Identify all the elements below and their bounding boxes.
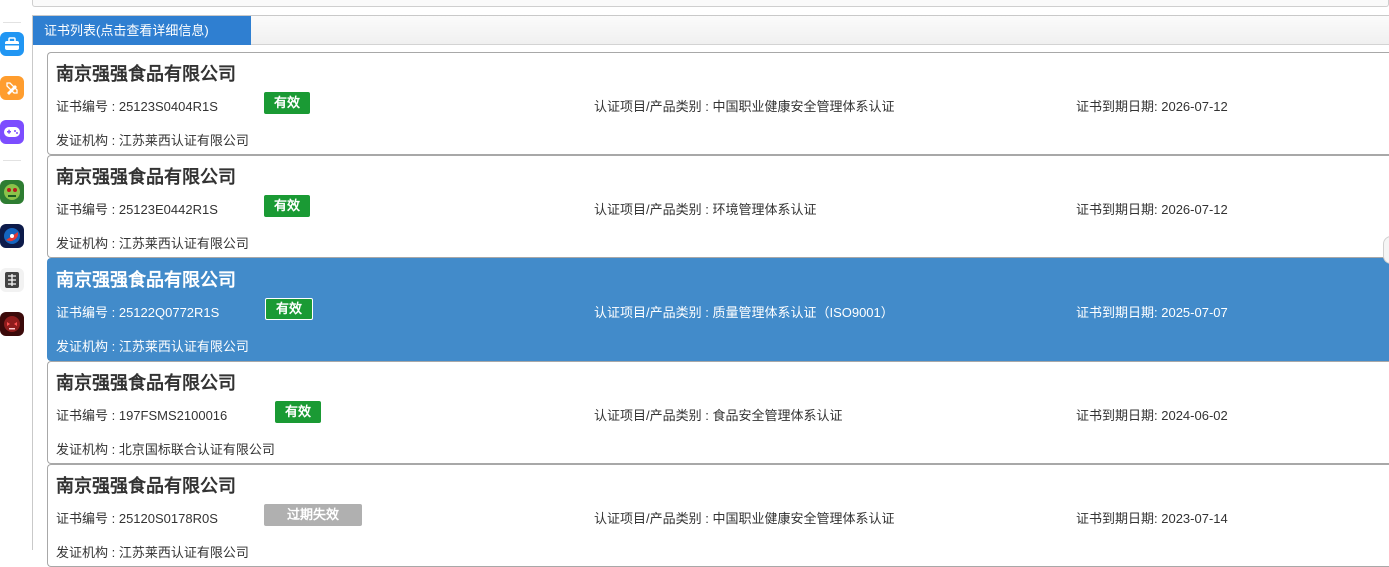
status-badge: 有效 [265, 298, 314, 320]
gamepad-icon[interactable] [0, 120, 24, 144]
red-monster-game-icon[interactable] [0, 312, 24, 336]
issuer-label: 发证机构 : [56, 545, 119, 560]
app-dock [0, 0, 24, 550]
status-badge: 有效 [275, 401, 322, 423]
issuer-value: 江苏莱西认证有限公司 [118, 339, 249, 354]
panel-header: 证书列表(点击查看详细信息) [33, 16, 1389, 45]
scope-value: 质量管理体系认证（ISO9001） [712, 305, 894, 320]
cert-expiry: 证书到期日期: 2025-07-07 [1076, 302, 1228, 321]
scope-label: 认证项目/产品类别 : [594, 202, 713, 217]
issuer-value: 江苏莱西认证有限公司 [118, 133, 249, 148]
cert-number-value: 25120S0178R0S [118, 511, 218, 526]
scope-label: 认证项目/产品类别 : [594, 305, 713, 320]
expiry-label: 证书到期日期: [1076, 305, 1162, 320]
cert-number: 证书编号 : 25123E0442R1S [56, 199, 218, 218]
expiry-label: 证书到期日期: [1076, 99, 1162, 114]
scope-value: 食品安全管理体系认证 [712, 408, 843, 423]
certificate-card[interactable]: 南京强强食品有限公司 证书编号 : 25120S0178R0S 过期失效 认证项… [47, 464, 1389, 567]
cert-expiry: 证书到期日期: 2026-07-12 [1076, 96, 1228, 115]
toolbox-icon[interactable] [0, 32, 24, 56]
scope-value: 中国职业健康安全管理体系认证 [712, 511, 895, 526]
scope-value: 环境管理体系认证 [712, 202, 817, 217]
cert-number-value: 25123S0404R1S [118, 99, 218, 114]
certificate-list-panel: 证书列表(点击查看详细信息) 南京强强食品有限公司 证书编号 : 25123S0… [32, 15, 1389, 567]
company-name: 南京强强食品有限公司 [56, 64, 236, 84]
expiry-value: 2026-07-12 [1161, 202, 1228, 217]
zombie-game-icon[interactable] [0, 180, 24, 204]
expiry-label: 证书到期日期: [1076, 202, 1162, 217]
cert-issuer: 发证机构 : 江苏莱西认证有限公司 [56, 542, 249, 561]
status-badge: 过期失效 [264, 504, 362, 526]
company-name: 南京强强食品有限公司 [56, 476, 236, 496]
status-badge: 有效 [264, 92, 311, 114]
scope-label: 认证项目/产品类别 : [594, 99, 713, 114]
scope-value: 中国职业健康安全管理体系认证 [712, 99, 895, 114]
cert-number-value: 197FSMS2100016 [118, 408, 228, 423]
cert-number-value: 25123E0442R1S [118, 202, 218, 217]
cert-scope: 认证项目/产品类别 : 质量管理体系认证（ISO9001） [594, 302, 894, 321]
expiry-value: 2025-07-07 [1161, 305, 1228, 320]
certificate-card[interactable]: 南京强强食品有限公司 证书编号 : 25123E0442R1S 有效 认证项目/… [47, 155, 1389, 258]
dock-divider [3, 160, 21, 161]
cert-number: 证书编号 : 25122Q0772R1S [56, 302, 219, 321]
pencil-ruler-icon[interactable] [0, 76, 24, 100]
expiry-value: 2024-06-02 [1161, 408, 1228, 423]
cert-issuer: 发证机构 : 北京国标联合认证有限公司 [56, 439, 275, 458]
issuer-value: 江苏莱西认证有限公司 [118, 545, 249, 560]
expiry-value: 2026-07-12 [1161, 99, 1228, 114]
issuer-label: 发证机构 : [56, 133, 119, 148]
expiry-label: 证书到期日期: [1076, 511, 1162, 526]
cert-number-label: 证书编号 : [56, 202, 119, 217]
company-name: 南京强强食品有限公司 [56, 373, 236, 393]
issuer-value: 江苏莱西认证有限公司 [118, 236, 249, 251]
dock-divider [3, 22, 21, 23]
side-panel-handle[interactable] [1383, 236, 1389, 264]
cert-scope: 认证项目/产品类别 : 中国职业健康安全管理体系认证 [594, 508, 894, 527]
cert-number-label: 证书编号 : [56, 305, 119, 320]
cert-number-label: 证书编号 : [56, 511, 119, 526]
cert-number-value: 25122Q0772R1S [118, 305, 220, 320]
issuer-label: 发证机构 : [56, 339, 119, 354]
cert-number: 证书编号 : 25120S0178R0S [56, 508, 218, 527]
cert-scope: 认证项目/产品类别 : 中国职业健康安全管理体系认证 [594, 96, 894, 115]
tab-certificate-list[interactable]: 证书列表(点击查看详细信息) [33, 16, 251, 45]
certificate-card-selected[interactable]: 南京强强食品有限公司 证书编号 : 25122Q0772R1S 有效 认证项目/… [47, 258, 1389, 361]
tab-slant [231, 16, 249, 45]
cert-expiry: 证书到期日期: 2024-06-02 [1076, 405, 1228, 424]
issuer-label: 发证机构 : [56, 442, 119, 457]
cert-number: 证书编号 : 197FSMS2100016 [56, 405, 227, 424]
scope-label: 认证项目/产品类别 : [594, 511, 713, 526]
planet-game-icon[interactable] [0, 224, 24, 248]
company-name: 南京强强食品有限公司 [56, 167, 236, 187]
certificate-card[interactable]: 南京强强食品有限公司 证书编号 : 25123S0404R1S 有效 认证项目/… [47, 52, 1389, 155]
cert-scope: 认证项目/产品类别 : 环境管理体系认证 [594, 199, 816, 218]
expiry-label: 证书到期日期: [1076, 408, 1162, 423]
cert-number-label: 证书编号 : [56, 408, 119, 423]
issuer-value: 北京国标联合认证有限公司 [118, 442, 275, 457]
cert-issuer: 发证机构 : 江苏莱西认证有限公司 [56, 130, 249, 149]
company-name: 南京强强食品有限公司 [56, 270, 236, 290]
issuer-label: 发证机构 : [56, 236, 119, 251]
scope-label: 认证项目/产品类别 : [594, 408, 713, 423]
dragon-char-icon[interactable] [0, 268, 24, 292]
certificate-card[interactable]: 南京强强食品有限公司 证书编号 : 197FSMS2100016 有效 认证项目… [47, 361, 1389, 464]
cert-issuer: 发证机构 : 江苏莱西认证有限公司 [56, 233, 249, 252]
status-badge: 有效 [264, 195, 311, 217]
cert-expiry: 证书到期日期: 2023-07-14 [1076, 508, 1228, 527]
top-panel-edge [32, 0, 1389, 7]
expiry-value: 2023-07-14 [1161, 511, 1228, 526]
cert-issuer: 发证机构 : 江苏莱西认证有限公司 [56, 336, 249, 355]
cert-expiry: 证书到期日期: 2026-07-12 [1076, 199, 1228, 218]
cert-number-label: 证书编号 : [56, 99, 119, 114]
cert-number: 证书编号 : 25123S0404R1S [56, 96, 218, 115]
cert-scope: 认证项目/产品类别 : 食品安全管理体系认证 [594, 405, 842, 424]
